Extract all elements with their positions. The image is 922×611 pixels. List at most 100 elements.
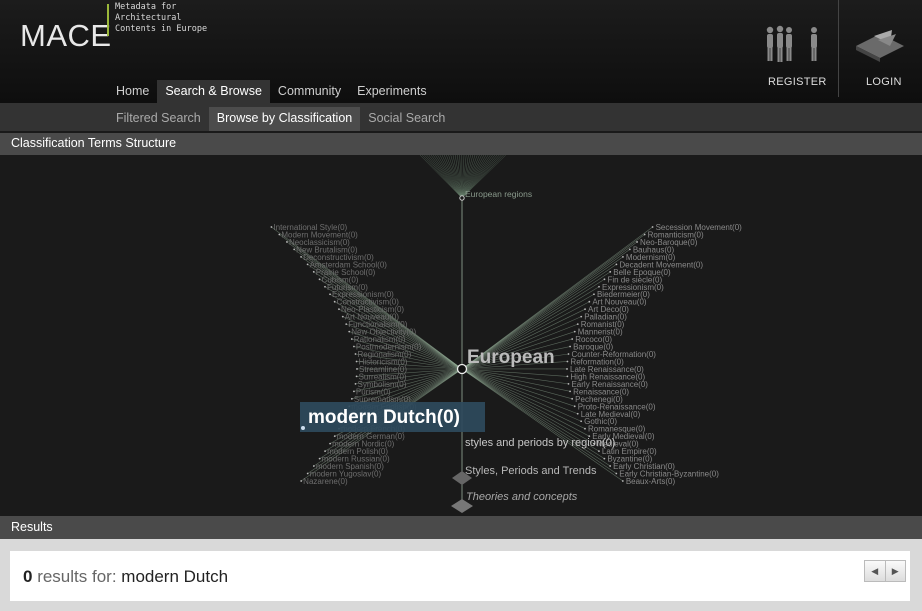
term-node[interactable] bbox=[571, 397, 574, 400]
tab-filtered-search[interactable]: Filtered Search bbox=[108, 107, 209, 131]
nav-community[interactable]: Community bbox=[270, 80, 349, 103]
term-node[interactable] bbox=[567, 382, 570, 385]
term-node[interactable] bbox=[300, 480, 303, 482]
results-summary: 0 results for: modern Dutch bbox=[23, 567, 228, 587]
term-label[interactable]: Nazarene(0) bbox=[303, 477, 348, 486]
term-node[interactable] bbox=[318, 278, 321, 281]
term-node[interactable] bbox=[628, 248, 631, 251]
selected-node-label[interactable]: modern Dutch(0) bbox=[308, 407, 460, 428]
term-node[interactable] bbox=[312, 270, 315, 273]
term-node[interactable] bbox=[593, 293, 595, 296]
term-node[interactable] bbox=[306, 472, 309, 475]
term-node[interactable] bbox=[598, 450, 600, 453]
top-node[interactable] bbox=[459, 195, 465, 201]
term-node[interactable] bbox=[333, 300, 336, 303]
login-button[interactable]: LOGIN bbox=[840, 22, 922, 94]
register-button[interactable]: REGISTER bbox=[750, 22, 838, 94]
classification-graph[interactable]: International Style(0) Modern Movement(0)… bbox=[0, 154, 922, 515]
center-node[interactable] bbox=[456, 363, 468, 375]
term-node[interactable] bbox=[353, 345, 355, 348]
fan-line bbox=[426, 154, 463, 199]
term-node[interactable] bbox=[573, 405, 576, 408]
nav-search-browse[interactable]: Search & Browse bbox=[157, 80, 270, 103]
next-page-button[interactable]: ▶ bbox=[884, 561, 906, 581]
nav-experiments[interactable]: Experiments bbox=[349, 80, 434, 103]
term-node[interactable] bbox=[324, 450, 326, 453]
term-node[interactable] bbox=[356, 368, 358, 370]
term-node[interactable] bbox=[571, 338, 574, 340]
tab-social-search[interactable]: Social Search bbox=[360, 107, 453, 131]
site-tagline: Metadata for Architectural Contents in E… bbox=[115, 2, 208, 34]
term-node[interactable] bbox=[329, 442, 332, 445]
parent-node-label[interactable]: styles and periods by region(0) bbox=[465, 437, 615, 449]
term-node[interactable] bbox=[609, 270, 612, 273]
term-node[interactable] bbox=[584, 427, 586, 430]
term-node[interactable] bbox=[286, 241, 288, 243]
term-node[interactable] bbox=[566, 368, 568, 370]
term-node[interactable] bbox=[598, 285, 600, 288]
grandparent-node-label[interactable]: Styles, Periods and Trends bbox=[465, 465, 597, 477]
term-node[interactable] bbox=[345, 323, 348, 326]
term-node[interactable] bbox=[603, 457, 606, 460]
term-node[interactable] bbox=[312, 465, 315, 467]
term-node[interactable] bbox=[615, 263, 618, 266]
term-node[interactable] bbox=[569, 390, 571, 393]
term-label[interactable]: Beaux-Arts(0) bbox=[626, 477, 676, 486]
classification-graph-svg[interactable]: International Style(0)Modern Movement(0)… bbox=[0, 154, 922, 515]
term-node[interactable] bbox=[580, 420, 583, 423]
term-node[interactable] bbox=[569, 345, 571, 348]
term-node[interactable] bbox=[576, 323, 579, 326]
results-title: Results bbox=[11, 520, 53, 534]
term-node[interactable] bbox=[566, 360, 569, 363]
term-node[interactable] bbox=[324, 285, 326, 288]
site-logo[interactable]: MACE bbox=[20, 18, 112, 54]
term-node[interactable] bbox=[567, 353, 570, 355]
term-node[interactable] bbox=[329, 293, 331, 296]
term-node[interactable] bbox=[609, 465, 612, 467]
term-node[interactable] bbox=[341, 315, 344, 318]
term-node[interactable] bbox=[621, 480, 624, 482]
sub-nav: Filtered Search Browse by Classification… bbox=[0, 103, 922, 131]
root-node-label[interactable]: Theories and concepts bbox=[466, 491, 578, 503]
term-node[interactable] bbox=[622, 255, 624, 258]
term-node[interactable] bbox=[350, 338, 353, 340]
term-node[interactable] bbox=[354, 382, 357, 385]
top-node-label[interactable]: European regions bbox=[465, 189, 532, 199]
term-node[interactable] bbox=[318, 457, 321, 460]
term-node[interactable] bbox=[338, 308, 340, 311]
user-area-divider bbox=[838, 0, 839, 97]
term-node[interactable] bbox=[355, 360, 358, 363]
term-node[interactable] bbox=[566, 375, 569, 378]
login-label: LOGIN bbox=[866, 76, 902, 88]
term-node[interactable] bbox=[636, 241, 638, 243]
results-area: 0 results for: modern Dutch ◀ ▶ bbox=[0, 539, 922, 611]
term-node[interactable] bbox=[643, 233, 646, 236]
term-node[interactable] bbox=[580, 315, 583, 318]
term-node[interactable] bbox=[355, 375, 358, 378]
people-icon bbox=[766, 25, 817, 62]
term-node[interactable] bbox=[350, 397, 353, 400]
term-node[interactable] bbox=[278, 233, 281, 236]
term-node[interactable] bbox=[651, 226, 654, 228]
term-node[interactable] bbox=[348, 330, 351, 333]
term-node[interactable] bbox=[573, 330, 576, 333]
term-node[interactable] bbox=[584, 308, 586, 311]
term-node[interactable] bbox=[300, 255, 302, 258]
term-node[interactable] bbox=[306, 263, 309, 266]
results-label: results for: bbox=[32, 567, 122, 586]
term-node[interactable] bbox=[354, 353, 357, 355]
results-query: modern Dutch bbox=[121, 567, 229, 586]
term-node[interactable] bbox=[353, 390, 355, 393]
term-node[interactable] bbox=[293, 248, 296, 251]
nav-home[interactable]: Home bbox=[108, 80, 157, 103]
term-node[interactable] bbox=[270, 226, 273, 228]
prev-page-button[interactable]: ◀ bbox=[865, 561, 885, 581]
term-node[interactable] bbox=[603, 278, 606, 281]
term-node[interactable] bbox=[588, 300, 591, 303]
selected-node[interactable] bbox=[301, 426, 305, 430]
term-node[interactable] bbox=[615, 472, 618, 475]
term-node[interactable] bbox=[333, 435, 336, 438]
term-node[interactable] bbox=[576, 412, 579, 415]
center-node-label[interactable]: European bbox=[467, 347, 555, 368]
tab-browse-by-classification[interactable]: Browse by Classification bbox=[208, 107, 361, 131]
